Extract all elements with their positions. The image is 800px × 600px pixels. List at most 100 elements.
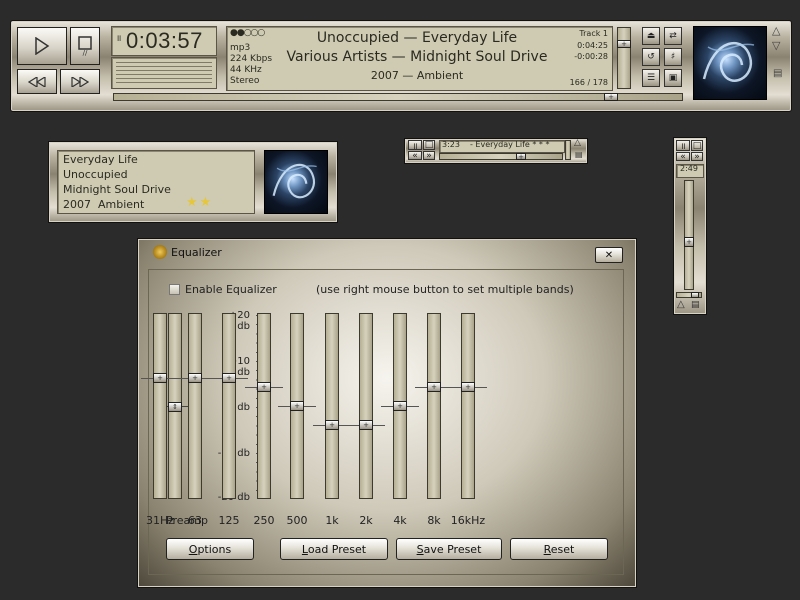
- band-thumb-6[interactable]: +: [359, 419, 373, 430]
- enable-equalizer-label[interactable]: Enable Equalizer: [185, 283, 277, 296]
- album-art-image: [702, 41, 755, 82]
- mini-expand-icon[interactable]: △: [574, 138, 581, 148]
- next-button[interactable]: [60, 69, 100, 94]
- play-button[interactable]: [17, 27, 67, 65]
- band-slider-0[interactable]: [153, 313, 167, 499]
- eject-icon: ⏏: [646, 31, 656, 41]
- load-preset-button[interactable]: Load Preset: [280, 538, 388, 560]
- shuffle-icon: ⇄: [669, 31, 677, 41]
- options-button[interactable]: Options: [166, 538, 254, 560]
- preamp-thumb[interactable]: ⇕: [168, 402, 182, 412]
- band-slider-8[interactable]: [427, 313, 441, 499]
- artist-line: Various Artists — Midnight Soul Drive: [286, 49, 548, 65]
- vertical-volume-bar[interactable]: [676, 292, 702, 298]
- load-preset-button-label: Load Preset: [301, 542, 367, 556]
- elapsed-time: 0:03:57: [126, 28, 203, 53]
- mini-seek-thumb[interactable]: +: [516, 153, 526, 161]
- playlist-button[interactable]: ☰: [642, 69, 660, 87]
- vertical-seek-thumb[interactable]: +: [684, 237, 694, 247]
- band-slider-9[interactable]: [461, 313, 475, 499]
- band-slider-3[interactable]: [257, 313, 271, 499]
- vertical-forward-icon: »: [694, 151, 700, 162]
- vertical-player-window: ॥ □ « » 2:49 + △ ▤: [673, 137, 707, 315]
- seek-thumb[interactable]: +: [604, 93, 618, 101]
- info-panel-window: Everyday Life Unoccupied Midnight Soul D…: [48, 141, 338, 223]
- options-button-label: Options: [188, 542, 232, 556]
- vertical-seek-bar[interactable]: +: [684, 180, 694, 290]
- spectrum-visualizer[interactable]: [111, 57, 217, 89]
- band-thumb-9[interactable]: +: [461, 382, 475, 393]
- time-display[interactable]: ॥ 0:03:57: [111, 26, 217, 56]
- vertical-volume-thumb[interactable]: [691, 292, 699, 298]
- library-button[interactable]: ▣: [664, 69, 682, 87]
- save-preset-button[interactable]: Save Preset: [396, 538, 502, 560]
- track-info-display[interactable]: ●●○○○ mp3 224 Kbps 44 KHz Stereo Unoccup…: [226, 26, 613, 91]
- preamp-slider[interactable]: ⇕: [160, 313, 190, 499]
- equalizer-icon: ♯: [670, 52, 676, 62]
- reset-button[interactable]: Reset: [510, 538, 608, 560]
- shuffle-button[interactable]: ⇄: [664, 27, 682, 45]
- vertical-expand-icon[interactable]: △: [677, 299, 685, 310]
- vertical-time-display[interactable]: 2:49: [676, 164, 704, 178]
- vertical-stop-button[interactable]: □: [691, 140, 703, 151]
- equalizer-toggle-button[interactable]: ♯: [664, 48, 682, 66]
- band-thumb-3[interactable]: +: [257, 382, 271, 393]
- band-slider-1[interactable]: [188, 313, 202, 499]
- equalizer-app-icon: [153, 245, 167, 259]
- band-slider-6[interactable]: [359, 313, 373, 499]
- info-text-display[interactable]: Everyday Life Unoccupied Midnight Soul D…: [57, 150, 255, 214]
- title-line: Unoccupied — Everyday Life: [316, 30, 518, 46]
- stop-button[interactable]: //: [70, 27, 100, 65]
- info-year-genre: 2007 Ambient: [63, 198, 145, 211]
- rating-stars-icon[interactable]: ★★: [186, 195, 213, 210]
- minimize-icon[interactable]: △: [772, 24, 780, 37]
- bitrate-label: 224 Kbps: [230, 54, 273, 64]
- band-thumb-0[interactable]: +: [153, 373, 167, 384]
- play-icon: [35, 37, 50, 55]
- seek-bar[interactable]: +: [113, 93, 683, 101]
- track-number: Track 1: [579, 29, 608, 38]
- repeat-button[interactable]: ↺: [642, 48, 660, 66]
- enable-equalizer-checkbox[interactable]: [169, 284, 180, 295]
- expand-icon[interactable]: ▽: [772, 39, 780, 52]
- vertical-rewind-icon: «: [680, 151, 686, 162]
- mini-seek-bar[interactable]: +: [439, 153, 563, 161]
- info-title: Everyday Life: [63, 153, 138, 166]
- rating-dots-icon: ●●○○○: [230, 28, 265, 38]
- vertical-next-button[interactable]: »: [691, 151, 703, 162]
- vertical-pause-button[interactable]: ॥: [676, 140, 690, 152]
- open-file-button[interactable]: ⏏: [642, 27, 660, 45]
- spectrum-bars: [116, 62, 212, 84]
- mini-stop-button[interactable]: □: [423, 140, 435, 150]
- info-album-art[interactable]: [264, 150, 328, 214]
- band-thumb-7[interactable]: +: [393, 401, 407, 411]
- previous-button[interactable]: [17, 69, 57, 94]
- info-album-art-image: [272, 163, 317, 199]
- main-player-window: // ॥ 0:03:57 ●●○○○ mp3 224 Kbps 44 KHz S…: [10, 20, 792, 112]
- vertical-previous-button[interactable]: «: [676, 151, 690, 162]
- band-thumb-2[interactable]: +: [222, 373, 236, 384]
- band-thumb-8[interactable]: +: [427, 382, 441, 393]
- band-thumb-1[interactable]: +: [188, 373, 202, 384]
- band-slider-2[interactable]: [222, 313, 236, 499]
- format-label: mp3: [230, 43, 251, 53]
- mini-menu-icon[interactable]: ▤: [575, 150, 583, 159]
- vertical-menu-icon[interactable]: ▤: [691, 300, 700, 310]
- band-slider-5[interactable]: [325, 313, 339, 499]
- band-thumb-4[interactable]: +: [290, 401, 304, 411]
- mini-volume-slider[interactable]: [565, 140, 571, 160]
- mini-pause-button[interactable]: ॥: [408, 140, 422, 152]
- close-button[interactable]: ✕: [595, 247, 623, 263]
- stop-hint: //: [82, 48, 88, 57]
- mini-display[interactable]: 3:23 - Everyday Life * * *: [439, 140, 565, 153]
- volume-slider[interactable]: +: [617, 27, 631, 89]
- volume-thumb[interactable]: +: [617, 40, 631, 48]
- mini-forward-icon: »: [426, 150, 432, 161]
- band-thumb-5[interactable]: +: [325, 419, 339, 430]
- menu-icon[interactable]: ▤: [773, 68, 782, 79]
- album-art[interactable]: [693, 26, 767, 100]
- total-time: 0:04:25: [577, 41, 608, 50]
- mini-next-button[interactable]: »: [423, 150, 435, 161]
- playlist-position: 166 / 178: [569, 78, 608, 87]
- mini-previous-button[interactable]: «: [408, 151, 422, 161]
